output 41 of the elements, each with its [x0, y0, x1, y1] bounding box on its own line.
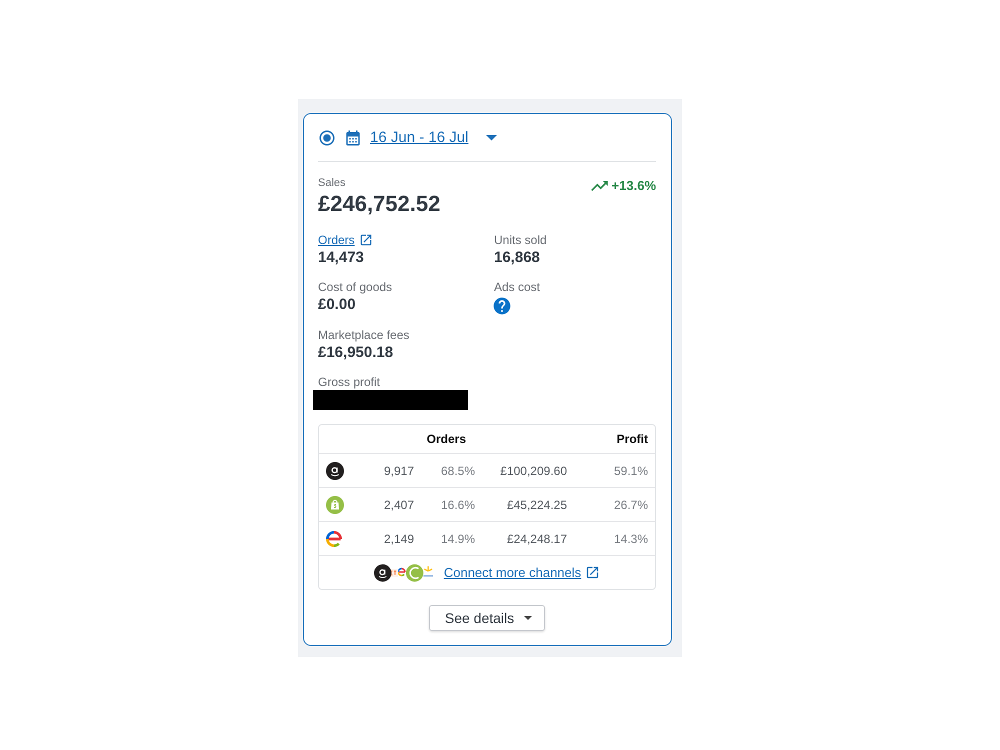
channel-logos-drawing — [374, 562, 434, 583]
metric-value: 16,868 — [494, 248, 540, 268]
metric-label: Gross profit — [318, 374, 380, 390]
table-cell-text: 14.9% — [440, 532, 476, 546]
change-percent: +13.6% — [612, 178, 656, 194]
orders-link[interactable]: Orders — [318, 232, 355, 248]
radio-button[interactable] — [318, 129, 336, 148]
metric-label: Marketplace fees — [318, 327, 410, 344]
metric-label: Ads cost — [494, 279, 540, 296]
caret-icon[interactable] — [486, 135, 498, 141]
date-range-link[interactable]: 16 Jun - 16 Jul — [370, 129, 468, 148]
table-cell-text: £45,224.25 — [506, 498, 568, 512]
metric-value: £0.00 — [318, 295, 356, 316]
table-cell-text: 2,407 — [382, 498, 415, 512]
sales-label: Sales — [318, 176, 347, 190]
ring-logo-icon — [326, 530, 342, 547]
table-cell-text: £24,248.17 — [506, 532, 568, 546]
table-cell-text: 59.1% — [612, 464, 649, 478]
column-header: Orders — [426, 432, 467, 446]
bag-logo-icon — [326, 496, 344, 514]
column-header: Profit — [616, 432, 649, 446]
table-cell-text: £100,209.60 — [499, 464, 568, 478]
caret-icon — [524, 616, 532, 620]
metric-label: Cost of goods — [318, 279, 392, 296]
table-cell-text: 68.5% — [440, 464, 476, 478]
metric-value: 14,473 — [318, 248, 364, 268]
metric-label: Units sold — [494, 232, 547, 248]
see-details-button[interactable]: See details — [428, 605, 546, 631]
table-cell-text: 14.3% — [612, 532, 649, 546]
calendar-icon[interactable] — [344, 129, 362, 148]
table-cell-text: 16.6% — [440, 498, 476, 512]
sales-value: £246,752.52 — [318, 190, 440, 218]
disc-logo-icon — [326, 462, 344, 480]
external-link-icon[interactable] — [585, 565, 600, 580]
table-cell-text: 9,917 — [382, 464, 415, 478]
help-icon[interactable] — [492, 296, 512, 316]
external-link-icon[interactable] — [358, 233, 373, 248]
table-cell-text: 2,149 — [382, 532, 415, 546]
table-cell-text: 26.7% — [612, 498, 649, 512]
connect-channels-link[interactable]: Connect more channels — [444, 565, 582, 580]
metric-value: £16,950.18 — [318, 343, 394, 364]
